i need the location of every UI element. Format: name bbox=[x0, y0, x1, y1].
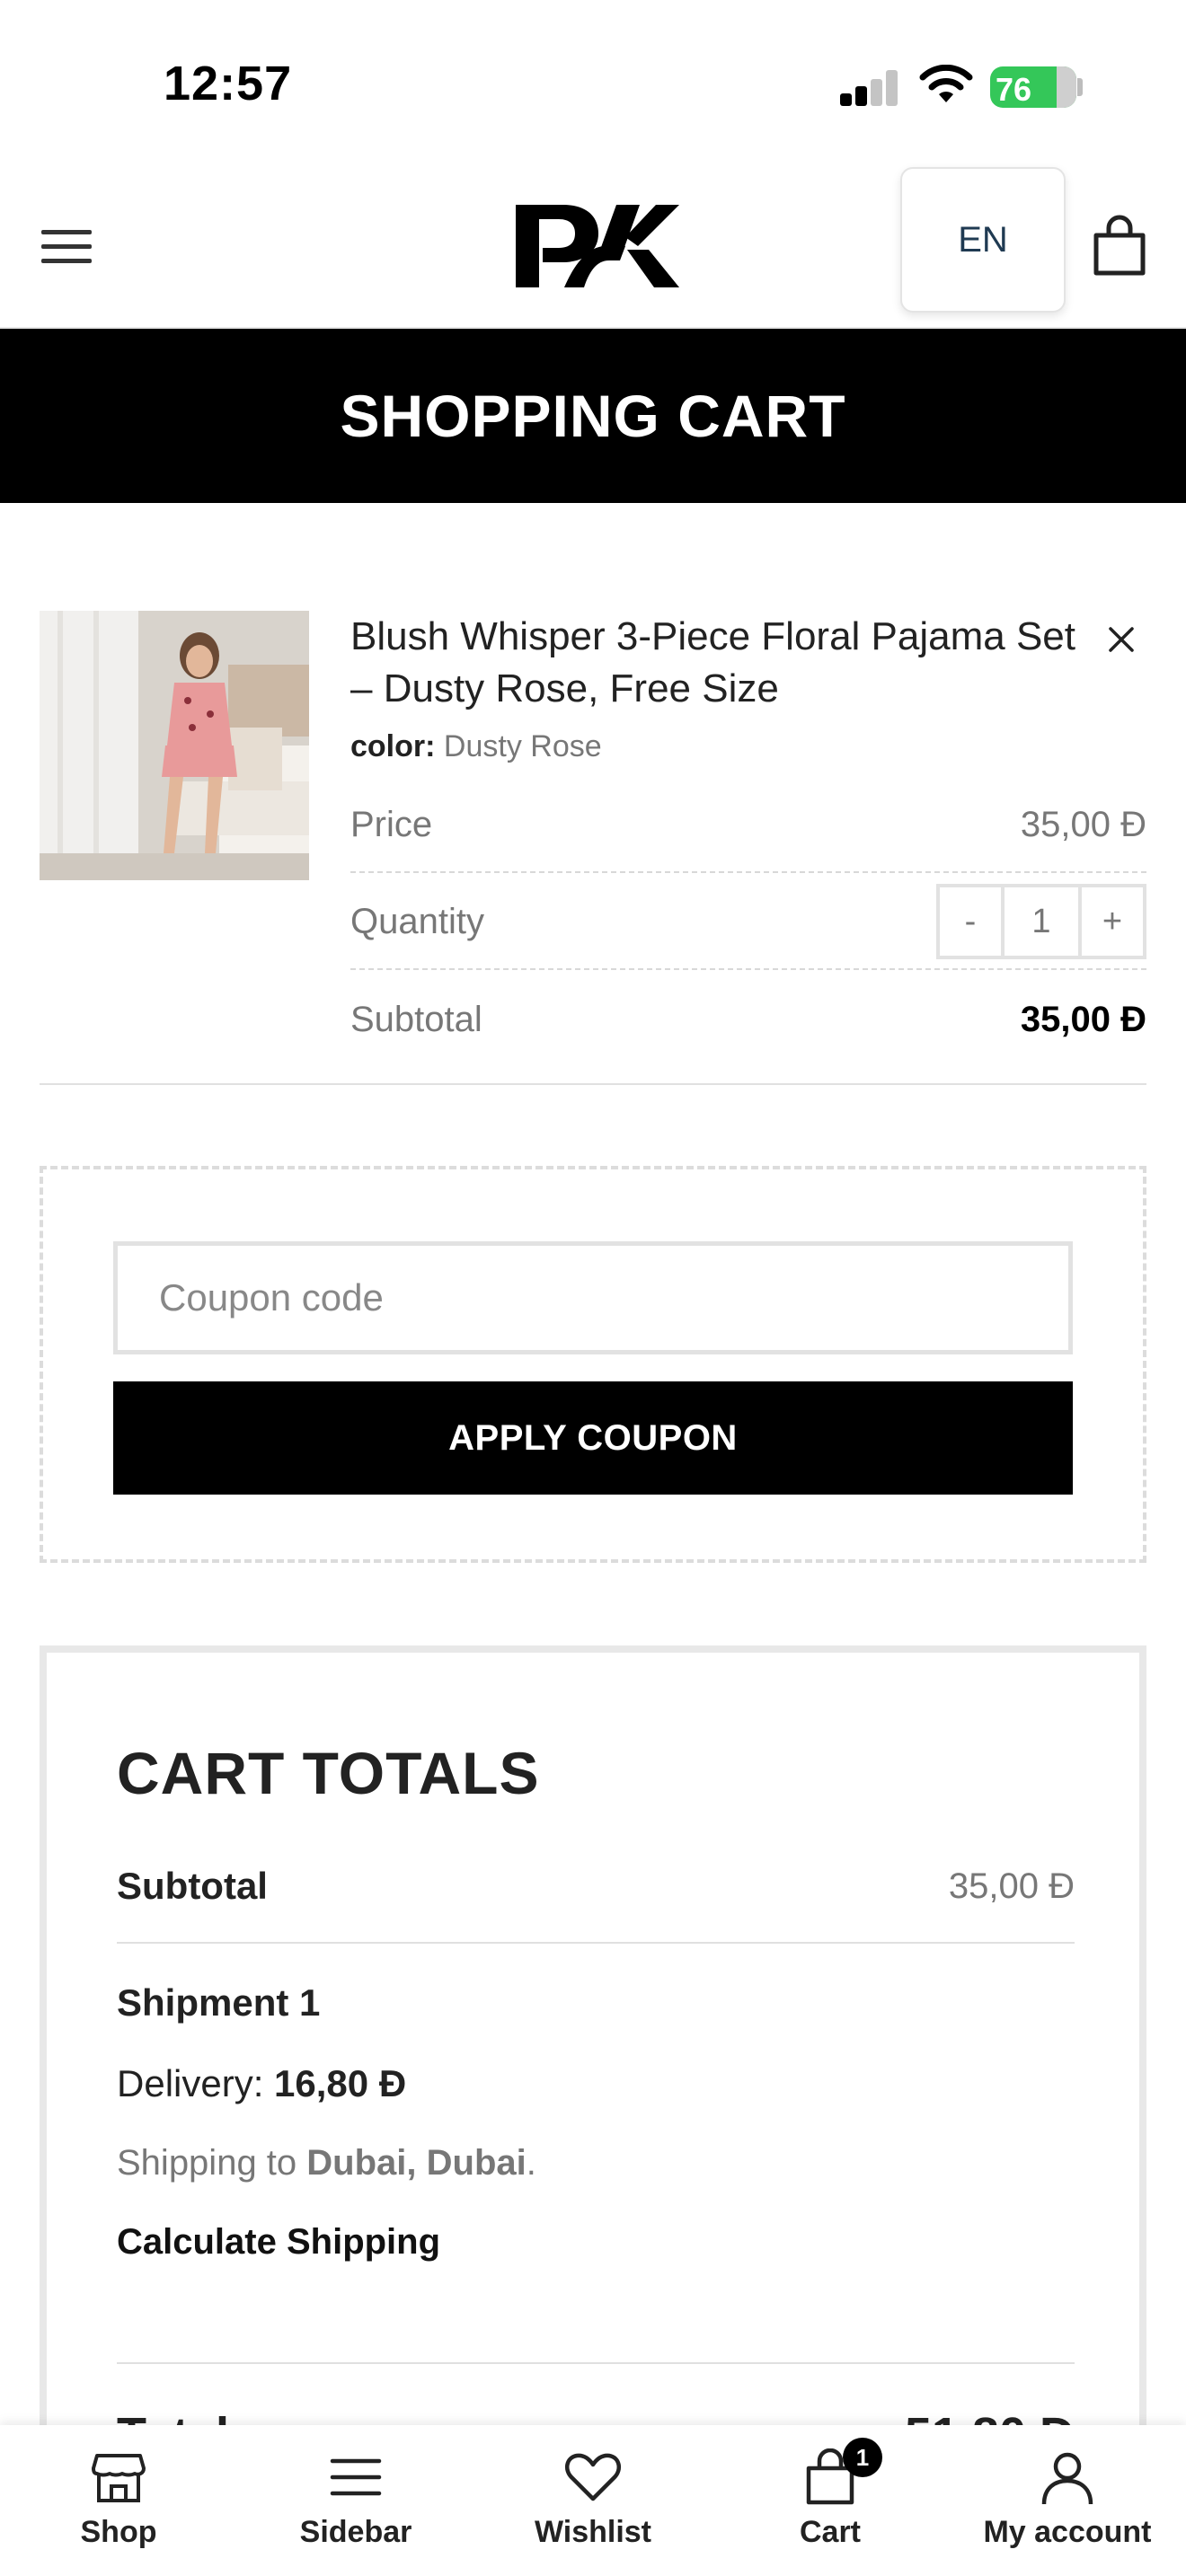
price-label: Price bbox=[350, 804, 433, 844]
product-color: color: Dusty Rose bbox=[350, 729, 602, 764]
shopping-bag-icon[interactable] bbox=[1091, 214, 1148, 277]
subtotal-value: 35,00 Đ bbox=[1020, 999, 1146, 1039]
quantity-increase-button[interactable]: + bbox=[1082, 887, 1143, 956]
menu-icon[interactable] bbox=[41, 223, 92, 266]
product-image[interactable] bbox=[40, 611, 309, 880]
site-header: EN bbox=[0, 162, 1186, 329]
wifi-icon bbox=[919, 65, 973, 102]
nav-shop-label: Shop bbox=[80, 2515, 157, 2549]
brand-logo[interactable] bbox=[512, 199, 683, 289]
quantity-input[interactable]: 1 bbox=[1001, 887, 1082, 956]
calculate-shipping-link[interactable]: Calculate Shipping bbox=[117, 2222, 440, 2263]
totals-subtotal-label: Subtotal bbox=[117, 1865, 268, 1907]
user-icon bbox=[1041, 2452, 1093, 2505]
quantity-row: Quantity - 1 + bbox=[350, 875, 1146, 970]
battery-level: 76 bbox=[996, 71, 1032, 108]
nav-wishlist[interactable]: Wishlist bbox=[474, 2425, 712, 2576]
shipment-title: Shipment 1 bbox=[117, 1981, 321, 2024]
shipping-to-label: Shipping to bbox=[117, 2143, 297, 2183]
cellular-signal-icon bbox=[840, 70, 899, 106]
coupon-code-input[interactable] bbox=[113, 1241, 1073, 1354]
bottom-navigation: Shop Sidebar Wishlist 1 Cart My account bbox=[0, 2425, 1186, 2576]
quantity-decrease-button[interactable]: - bbox=[940, 887, 1001, 956]
totals-subtotal-row: Subtotal 35,00 Đ bbox=[117, 1850, 1075, 1944]
battery-cap bbox=[1077, 78, 1083, 96]
shipping-to-value: Dubai, Dubai bbox=[306, 2143, 527, 2183]
subtotal-label: Subtotal bbox=[350, 999, 482, 1039]
totals-divider bbox=[117, 2362, 1075, 2364]
color-label: color: bbox=[350, 729, 436, 763]
nav-sidebar[interactable]: Sidebar bbox=[237, 2425, 474, 2576]
price-row: Price 35,00 Đ bbox=[350, 778, 1146, 873]
status-time: 12:57 bbox=[164, 57, 293, 110]
nav-sidebar-label: Sidebar bbox=[299, 2515, 412, 2549]
delivery-option: Delivery: 16,80 Đ bbox=[117, 2062, 406, 2105]
coupon-section: APPLY COUPON bbox=[40, 1166, 1146, 1563]
nav-my-account-label: My account bbox=[983, 2515, 1152, 2549]
heart-icon bbox=[564, 2453, 622, 2501]
cart-item: Blush Whisper 3-Piece Floral Pajama Set … bbox=[40, 611, 1146, 1085]
page-title: SHOPPING CART bbox=[340, 383, 846, 449]
nav-cart[interactable]: 1 Cart bbox=[712, 2425, 949, 2576]
delivery-value: 16,80 Đ bbox=[274, 2062, 407, 2104]
nav-cart-label: Cart bbox=[799, 2515, 862, 2549]
sidebar-menu-icon bbox=[330, 2458, 382, 2496]
nav-shop[interactable]: Shop bbox=[0, 2425, 237, 2576]
subtotal-row: Subtotal 35,00 Đ bbox=[350, 972, 1146, 1067]
shipping-to-end: . bbox=[526, 2143, 536, 2183]
product-name-link[interactable]: Blush Whisper 3-Piece Floral Pajama Set … bbox=[350, 611, 1096, 715]
remove-item-icon[interactable] bbox=[1105, 623, 1137, 656]
nav-my-account[interactable]: My account bbox=[949, 2425, 1186, 2576]
price-value: 35,00 Đ bbox=[1020, 804, 1146, 844]
status-bar: 12:57 76 bbox=[0, 0, 1186, 162]
shipping-destination: Shipping to Dubai, Dubai. bbox=[117, 2143, 536, 2183]
delivery-label: Delivery: bbox=[117, 2062, 264, 2104]
language-selector[interactable]: EN bbox=[900, 167, 1066, 313]
totals-subtotal-value: 35,00 Đ bbox=[948, 1866, 1075, 1906]
cart-totals-title: CART TOTALS bbox=[117, 1740, 540, 1806]
nav-wishlist-label: Wishlist bbox=[534, 2515, 652, 2549]
battery-icon: 76 bbox=[990, 66, 1076, 108]
quantity-label: Quantity bbox=[350, 901, 484, 941]
apply-coupon-button[interactable]: APPLY COUPON bbox=[113, 1381, 1073, 1495]
shop-icon bbox=[92, 2454, 146, 2502]
quantity-stepper: - 1 + bbox=[936, 884, 1146, 959]
cart-count-badge: 1 bbox=[843, 2438, 882, 2477]
color-value: Dusty Rose bbox=[443, 729, 602, 763]
page-title-banner: SHOPPING CART bbox=[0, 329, 1186, 503]
